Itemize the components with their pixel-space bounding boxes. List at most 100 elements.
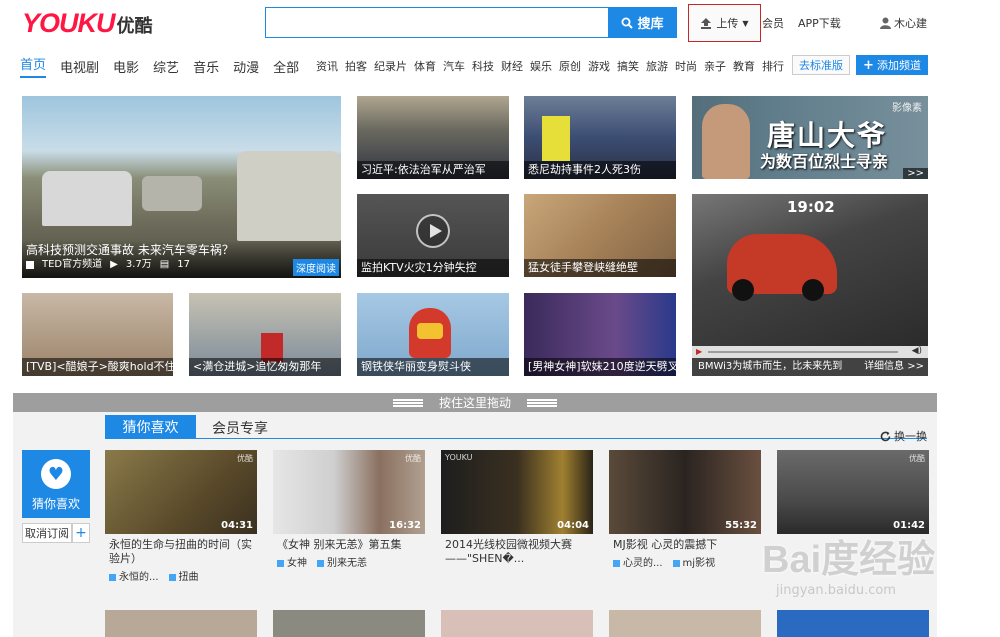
card-thumbnail[interactable]: YOUKU 04:04 <box>441 450 593 534</box>
add-channel-button[interactable]: + 添加频道 <box>856 55 928 75</box>
video-card[interactable]: YOUKU 04:04 2014光线校园微视频大赛——"SHEN�... <box>441 450 593 566</box>
nav-item-anime[interactable]: 动漫 <box>233 57 259 76</box>
card-title[interactable]: MJ影视 心灵的震撼下 <box>609 538 761 552</box>
sub-nav-item[interactable]: 资讯 <box>316 58 338 74</box>
sub-nav-item[interactable]: 科技 <box>472 58 494 74</box>
video-card[interactable]: 55:32 MJ影视 心灵的震撼下 心灵的... mj影视 <box>609 450 761 569</box>
card-thumbnail[interactable] <box>105 610 257 637</box>
subscribe-plus-button[interactable]: + <box>72 523 90 543</box>
card-tag[interactable]: 心灵的... <box>613 554 663 569</box>
video-tile[interactable]: [TVB]<醋娘子>酸爽hold不住 <box>22 293 173 376</box>
video-tile[interactable]: 监拍KTV火灾1分钟失控 <box>357 194 509 277</box>
featured-views: 3.7万 <box>125 259 152 270</box>
player-more-link[interactable]: 详细信息 >> <box>864 358 924 376</box>
promo-more[interactable]: >> <box>903 168 928 179</box>
card-tag[interactable]: 别来无恙 <box>317 554 367 569</box>
sub-nav-item[interactable]: 亲子 <box>704 58 726 74</box>
search-input[interactable] <box>265 7 609 38</box>
tile-caption: [TVB]<醋娘子>酸爽hold不住 <box>22 358 173 376</box>
card-tag[interactable]: 永恒的... <box>109 568 159 583</box>
card-thumbnail[interactable]: 优酷 16:32 <box>273 450 425 534</box>
sub-nav-item[interactable]: 纪录片 <box>374 58 407 74</box>
deep-read-badge[interactable]: 深度阅读 <box>293 259 339 276</box>
refresh-label: 换一换 <box>894 430 927 443</box>
nav-item-all[interactable]: 全部 <box>273 57 299 76</box>
youku-watermark: 优酷 <box>237 454 253 463</box>
sub-nav-item[interactable]: 时尚 <box>675 58 697 74</box>
video-tile[interactable]: 钢铁侠华丽变身熨斗侠 <box>357 293 509 376</box>
nav-item-tv[interactable]: 电视剧 <box>60 57 99 76</box>
card-tag[interactable]: 扭曲 <box>169 568 199 583</box>
player-caption[interactable]: BMWi3为城市而生，比未来先到 <box>698 361 842 372</box>
video-tile[interactable]: <满仓进城>追忆匆匆那年 <box>189 293 341 376</box>
video-card[interactable]: 优酷 04:31 永恒的生命与扭曲的时间（实验片） 永恒的... 扭曲 <box>105 450 257 583</box>
sub-nav-item[interactable]: 游戏 <box>588 58 610 74</box>
card-thumbnail[interactable] <box>273 610 425 637</box>
youku-watermark: YOUKU <box>445 453 473 462</box>
card-thumbnail[interactable]: 优酷 01:42 <box>777 450 929 534</box>
app-download-link[interactable]: APP下载 <box>798 15 841 31</box>
sub-nav-item[interactable]: 旅游 <box>646 58 668 74</box>
sub-nav-item[interactable]: 搞笑 <box>617 58 639 74</box>
upload-button[interactable]: 上传 ▼ <box>688 4 761 42</box>
ad-player[interactable]: 19:02 ▶ ◀) BMWi3为城市而生，比未来先到 详细信息 >> <box>692 194 928 376</box>
sub-nav-item[interactable]: 汽车 <box>443 58 465 74</box>
sub-nav-item[interactable]: 教育 <box>733 58 755 74</box>
logo-cn: 优酷 <box>116 16 153 37</box>
card-duration: 04:31 <box>221 520 253 531</box>
featured-channel[interactable]: TED官方频道 <box>42 258 102 272</box>
side-card-label: 猜你喜欢 <box>31 497 80 511</box>
video-tile[interactable]: 悉尼劫持事件2人死3伤 <box>524 96 676 179</box>
sub-nav-item[interactable]: 原创 <box>559 58 581 74</box>
video-tile[interactable]: 习近平:依法治军从严治军 <box>357 96 509 179</box>
standard-version-button[interactable]: 去标准版 <box>792 55 850 75</box>
views-icon: ▶ <box>110 259 118 270</box>
card-title[interactable]: 永恒的生命与扭曲的时间（实验片） <box>105 538 257 566</box>
player-screen[interactable] <box>692 194 928 346</box>
card-thumbnail[interactable]: 优酷 04:31 <box>105 450 257 534</box>
search-button-label: 搜库 <box>637 17 664 32</box>
nav-item-home[interactable]: 首页 <box>20 54 47 78</box>
video-card[interactable]: 优酷 16:32 《女神 别来无恙》第五集 女神 别来无恙 <box>273 450 425 569</box>
sub-nav-item[interactable]: 财经 <box>501 58 523 74</box>
video-tile[interactable]: [男神女神]软妹210度逆天劈叉 <box>524 293 676 376</box>
sub-nav-item[interactable]: 拍客 <box>345 58 367 74</box>
card-thumbnail[interactable] <box>441 610 593 637</box>
nav-item-movie[interactable]: 电影 <box>113 57 139 76</box>
promo-banner[interactable]: 影像素 唐山大爷 为数百位烈士寻亲 >> <box>692 96 928 179</box>
card-tag[interactable]: mj影视 <box>673 554 716 569</box>
video-card[interactable]: 优酷 01:42 <box>777 450 929 534</box>
tile-caption: 悉尼劫持事件2人死3伤 <box>524 161 676 179</box>
chevron-down-icon: ▼ <box>742 18 749 28</box>
user-menu[interactable]: 木心建 <box>880 15 927 31</box>
play-icon[interactable]: ▶ <box>696 347 702 356</box>
card-title[interactable]: 《女神 别来无恙》第五集 <box>273 538 425 552</box>
card-thumbnail[interactable]: 55:32 <box>609 450 761 534</box>
card-thumbnail[interactable] <box>609 610 761 637</box>
tab-vip-exclusive[interactable]: 会员专享 <box>212 418 268 438</box>
youku-logo[interactable]: YOUKU 优酷 <box>22 8 153 38</box>
card-tag[interactable]: 女神 <box>277 554 307 569</box>
card-title[interactable]: 2014光线校园微视频大赛——"SHEN�... <box>441 538 593 566</box>
tile-caption: [男神女神]软妹210度逆天劈叉 <box>524 358 676 376</box>
tab-guess-you-like[interactable]: 猜你喜欢 <box>105 415 196 438</box>
refresh-button[interactable]: 换一换 <box>880 428 927 444</box>
search-button[interactable]: 搜库 <box>608 7 677 38</box>
video-tile[interactable]: 猛女徒手攀登峡缝绝壁 <box>524 194 676 277</box>
progress-bar[interactable] <box>708 351 898 353</box>
drag-handle-bar[interactable]: 按住这里拖动 <box>13 393 937 412</box>
vip-link[interactable]: 会员 <box>762 15 784 31</box>
sub-nav-item[interactable]: 娱乐 <box>530 58 552 74</box>
sub-nav-item[interactable]: 排行 <box>762 58 784 74</box>
nav-item-variety[interactable]: 综艺 <box>153 57 179 76</box>
sub-nav-item[interactable]: 体育 <box>414 58 436 74</box>
guess-side-card[interactable]: ♥ 猜你喜欢 <box>22 450 90 518</box>
volume-icon[interactable]: ◀) <box>912 346 922 356</box>
unsubscribe-button[interactable]: 取消订阅 <box>22 523 72 543</box>
youku-watermark: 优酷 <box>405 454 421 463</box>
featured-title[interactable]: 高科技预测交通事故 未来汽车零车祸？ <box>26 242 337 258</box>
sub-nav: 资讯 拍客 纪录片 体育 汽车 科技 财经 娱乐 原创 游戏 搞笑 旅游 时尚 … <box>316 55 791 77</box>
featured-video-tile[interactable]: 高科技预测交通事故 未来汽车零车祸？ TED官方频道 ▶ 3.7万 ▤ 17 深… <box>22 96 341 278</box>
tile-caption: 钢铁侠华丽变身熨斗侠 <box>357 358 509 376</box>
nav-item-music[interactable]: 音乐 <box>193 57 219 76</box>
